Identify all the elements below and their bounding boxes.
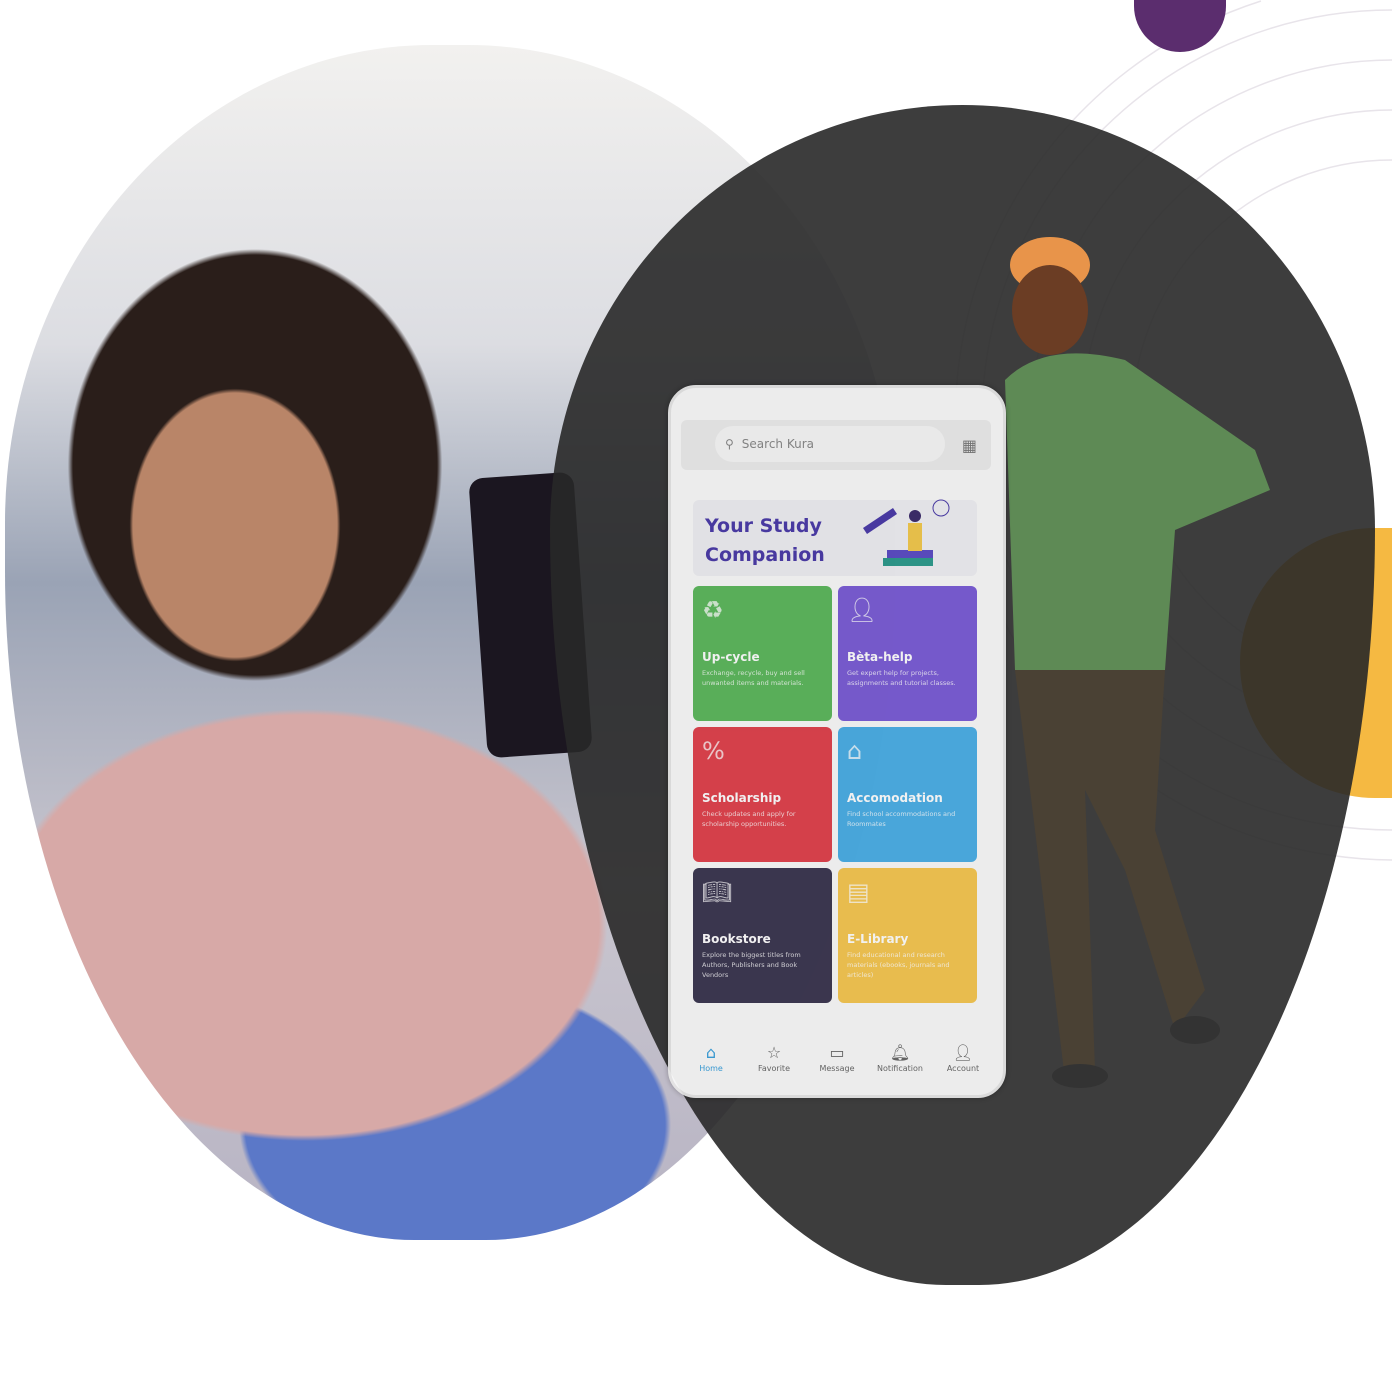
nav-favorite[interactable]: ☆ Favorite	[744, 1043, 804, 1073]
study-illustration-icon	[863, 499, 950, 566]
tile-desc: Check updates and apply for scholarship …	[702, 810, 796, 828]
house-icon: ⌂	[847, 737, 863, 765]
home-icon: ⌂	[705, 1043, 717, 1062]
nav-label: Notification	[877, 1064, 923, 1073]
student-man-illustration	[1005, 237, 1270, 1088]
tile-up-cycle[interactable]: ♻ Up-cycle Exchange, recycle, buy and sell…	[693, 586, 832, 721]
book-icon: 📖︎	[702, 878, 733, 906]
percent-icon: %	[702, 737, 725, 765]
search-bar: ⚲ Search Kura ▦	[681, 420, 991, 470]
bottom-nav: ⌂ Home ☆ Favorite ▭ Message 🔔︎ Notification …	[681, 1043, 993, 1073]
nav-home[interactable]: ⌂ Home	[681, 1043, 741, 1073]
nav-label: Account	[946, 1064, 980, 1073]
tile-desc: Get expert help for projects, assignment…	[847, 669, 956, 687]
banner-title-line2: Companion	[705, 544, 825, 566]
feature-tiles: ♻ Up-cycle Exchange, recycle, buy and sell…	[693, 586, 977, 1003]
tile-e-library[interactable]: ▤ E-Library Find educational and research …	[838, 868, 977, 1003]
tile-desc: Find educational and research materials …	[847, 951, 950, 979]
user-icon: 👤︎	[952, 1043, 974, 1062]
tile-title: Up-cycle	[702, 650, 760, 664]
nav-label: Home	[699, 1064, 723, 1073]
tile-accomodation[interactable]: ⌂ Accomodation Find school accommodations …	[838, 727, 977, 862]
tile-desc: Find school accommodations and Roommates	[847, 810, 956, 828]
search-input[interactable]: ⚲ Search Kura	[715, 426, 945, 462]
nav-notification[interactable]: 🔔︎ Notification	[870, 1043, 930, 1073]
tile-title: Scholarship	[702, 791, 782, 805]
recycle-icon: ♻	[702, 596, 724, 624]
nav-label: Message	[819, 1064, 855, 1073]
nav-label: Favorite	[758, 1064, 790, 1073]
nav-account[interactable]: 👤︎ Account	[933, 1043, 993, 1073]
tile-bookstore[interactable]: 📖︎ Bookstore Explore the biggest titles fr…	[693, 868, 832, 1003]
study-companion-banner: Your Study Companion	[693, 499, 977, 576]
tile-beta-help[interactable]: 👤︎ Bèta-help Get expert help for projects,…	[838, 586, 977, 721]
tile-title: E-Library	[847, 932, 909, 946]
tile-title: Bèta-help	[847, 650, 913, 664]
phone-mockup: ⚲ Search Kura ▦ Your Study Companion ♻ Up…	[668, 385, 1006, 1098]
star-icon: ☆	[766, 1043, 782, 1062]
banner-title-line1: Your Study	[705, 515, 822, 537]
tile-title: Bookstore	[702, 932, 771, 946]
tile-title: Accomodation	[847, 791, 943, 805]
tile-desc: Exchange, recycle, buy and sell unwanted…	[702, 669, 805, 687]
library-icon: ▤	[847, 878, 870, 906]
tile-scholarship[interactable]: % Scholarship Check updates and apply for …	[693, 727, 832, 862]
nav-message[interactable]: ▭ Message	[807, 1043, 867, 1073]
person-icon: 👤︎	[847, 596, 878, 624]
search-icon: ⚲	[725, 437, 734, 451]
search-placeholder: Search Kura	[741, 437, 815, 451]
message-icon: ▭	[829, 1043, 845, 1062]
tile-desc: Explore the biggest titles from Authors,…	[702, 951, 801, 979]
qr-code-icon[interactable]: ▦	[962, 436, 977, 455]
bell-icon: 🔔︎	[889, 1043, 911, 1062]
banner-title: Your Study Companion	[705, 512, 825, 570]
